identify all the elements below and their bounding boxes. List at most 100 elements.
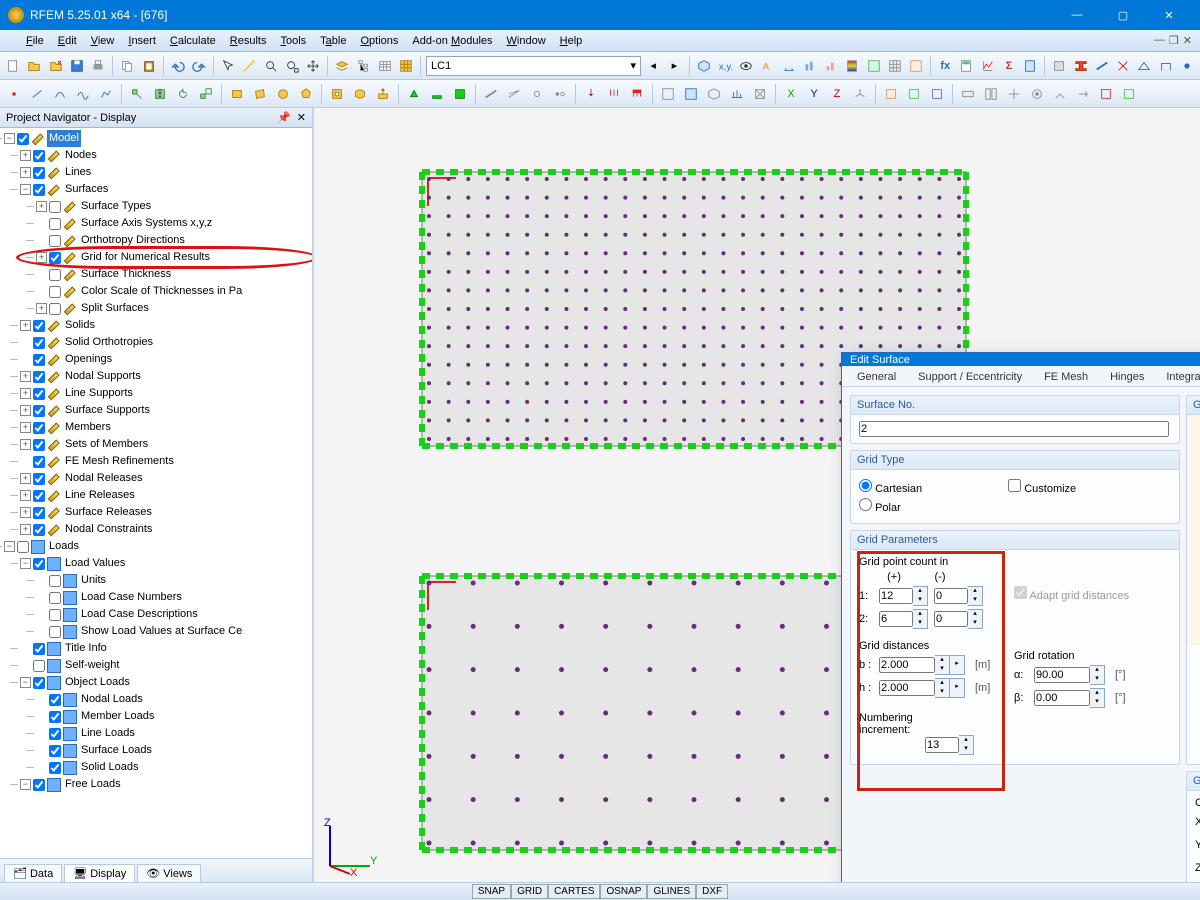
result-legend-icon[interactable] [843, 56, 861, 76]
arc-icon[interactable] [50, 84, 70, 104]
tree-nodal-con[interactable]: Nodal Constraints [63, 521, 154, 538]
pin-icon[interactable]: 📌 [277, 111, 291, 124]
tree-solid-ortho[interactable]: Solid Orthotropies [63, 334, 155, 351]
solid-icon[interactable] [350, 84, 370, 104]
maximize-button[interactable]: ▢ [1100, 0, 1146, 30]
print-icon[interactable] [89, 56, 107, 76]
book-icon[interactable] [1021, 56, 1039, 76]
shape-dot-icon[interactable] [1178, 56, 1196, 76]
select-icon[interactable] [219, 56, 237, 76]
menu-table[interactable]: Table [314, 33, 352, 49]
misc-8-icon[interactable] [1119, 84, 1139, 104]
chk-model[interactable] [17, 133, 29, 145]
rotate-icon[interactable] [173, 84, 193, 104]
menu-addon[interactable]: Add-on Modules [406, 33, 498, 49]
tree-icon[interactable] [354, 56, 372, 76]
tree-surfaces[interactable]: Surfaces [63, 181, 110, 198]
tree-grid-numerical[interactable]: Grid for Numerical Results [79, 249, 212, 266]
tree-self-w[interactable]: Self-weight [63, 657, 121, 674]
tree-units[interactable]: Units [79, 572, 108, 589]
result-contour-icon[interactable] [864, 56, 882, 76]
axis-z-icon[interactable]: Z [827, 84, 847, 104]
navtab-views[interactable]: 👁Views [137, 864, 201, 882]
menu-calculate[interactable]: Calculate [164, 33, 222, 49]
status-cartes[interactable]: CARTES [548, 884, 600, 899]
misc-5-icon[interactable] [1050, 84, 1070, 104]
misc-2-icon[interactable] [981, 84, 1001, 104]
shape-frame-icon[interactable] [1157, 56, 1175, 76]
navtab-display[interactable]: 🖥Display [64, 864, 135, 882]
grid-icon[interactable] [397, 56, 415, 76]
redo-icon[interactable] [190, 56, 208, 76]
result-bar2-icon[interactable] [822, 56, 840, 76]
zoom-icon[interactable] [261, 56, 279, 76]
status-grid[interactable]: GRID [511, 884, 548, 899]
paste-icon[interactable] [139, 56, 157, 76]
poly-icon[interactable] [96, 84, 116, 104]
tree-split-surf[interactable]: Split Surfaces [79, 300, 151, 317]
tab-support[interactable]: Support / Eccentricity [909, 368, 1031, 386]
tree-line-sup[interactable]: Line Supports [63, 385, 135, 402]
toggle-1-icon[interactable] [658, 84, 678, 104]
support-surf-icon[interactable] [450, 84, 470, 104]
radio-polar[interactable]: Polar [859, 498, 901, 514]
beta-input[interactable] [1034, 690, 1090, 706]
axis-xyz-icon[interactable] [850, 84, 870, 104]
lc-next-icon[interactable]: ▸ [665, 56, 683, 76]
tree-surf-thick[interactable]: Surface Thickness [79, 266, 173, 283]
toggle-3-icon[interactable] [704, 84, 724, 104]
scale-icon[interactable] [196, 84, 216, 104]
spline-icon[interactable] [73, 84, 93, 104]
member-icon[interactable] [481, 84, 501, 104]
load1-icon[interactable] [581, 84, 601, 104]
tree-surf-sup[interactable]: Surface Supports [63, 402, 152, 419]
tree-model[interactable]: Model [47, 130, 81, 147]
shape-ibeam-icon[interactable] [1072, 56, 1090, 76]
chk-customize[interactable]: Customize [1008, 483, 1076, 495]
tree-loads[interactable]: Loads [47, 538, 81, 555]
tree-free-loads[interactable]: Free Loads [63, 776, 123, 793]
tree-line-rel[interactable]: Line Releases [63, 487, 137, 504]
mdi-restore-icon[interactable]: ❐ [1169, 34, 1179, 47]
tree-obj-loads[interactable]: Object Loads [63, 674, 132, 691]
support-line-icon[interactable] [427, 84, 447, 104]
tree-members[interactable]: Members [63, 419, 113, 436]
tree-line-loads[interactable]: Line Loads [79, 725, 137, 742]
tree-nodal-rel[interactable]: Nodal Releases [63, 470, 145, 487]
misc-7-icon[interactable] [1096, 84, 1116, 104]
menu-insert[interactable]: Insert [122, 33, 162, 49]
tree-lines[interactable]: Lines [63, 164, 93, 181]
load3-icon[interactable] [627, 84, 647, 104]
result-mesh-icon[interactable] [886, 56, 904, 76]
node-icon[interactable] [4, 84, 24, 104]
tree-color-scale[interactable]: Color Scale of Thicknesses in Pa [79, 283, 244, 300]
shape-member-icon[interactable] [1093, 56, 1111, 76]
surf-poly-icon[interactable] [296, 84, 316, 104]
alpha-input[interactable] [1034, 667, 1090, 683]
calc-icon[interactable] [957, 56, 975, 76]
menu-results[interactable]: Results [224, 33, 273, 49]
tree-mem-loads[interactable]: Member Loads [79, 708, 156, 725]
release-icon[interactable] [550, 84, 570, 104]
navtab-data[interactable]: 🗂Data [4, 864, 62, 882]
diagram-icon[interactable] [979, 56, 997, 76]
tab-integrated[interactable]: Integrated [1157, 368, 1200, 386]
loadcase-combo[interactable]: LC1▾ [426, 56, 641, 76]
axis-y-icon[interactable]: Y [804, 84, 824, 104]
result-eye-icon[interactable] [737, 56, 755, 76]
line-icon[interactable] [27, 84, 47, 104]
mdi-min-icon[interactable]: — [1154, 34, 1165, 47]
layers-icon[interactable] [333, 56, 351, 76]
expand-icon[interactable]: − [4, 133, 15, 144]
menu-view[interactable]: View [85, 33, 121, 49]
menu-tools[interactable]: Tools [274, 33, 312, 49]
lc-prev-icon[interactable]: ◂ [644, 56, 662, 76]
tree-nodes[interactable]: Nodes [63, 147, 99, 164]
new-icon[interactable] [4, 56, 22, 76]
save-icon[interactable] [68, 56, 86, 76]
surface-no-input[interactable] [859, 421, 1169, 437]
tree-load-vals[interactable]: Load Values [63, 555, 127, 572]
status-osnap[interactable]: OSNAP [600, 884, 647, 899]
status-snap[interactable]: SNAP [472, 884, 511, 899]
menu-file[interactable]: File [20, 33, 50, 49]
